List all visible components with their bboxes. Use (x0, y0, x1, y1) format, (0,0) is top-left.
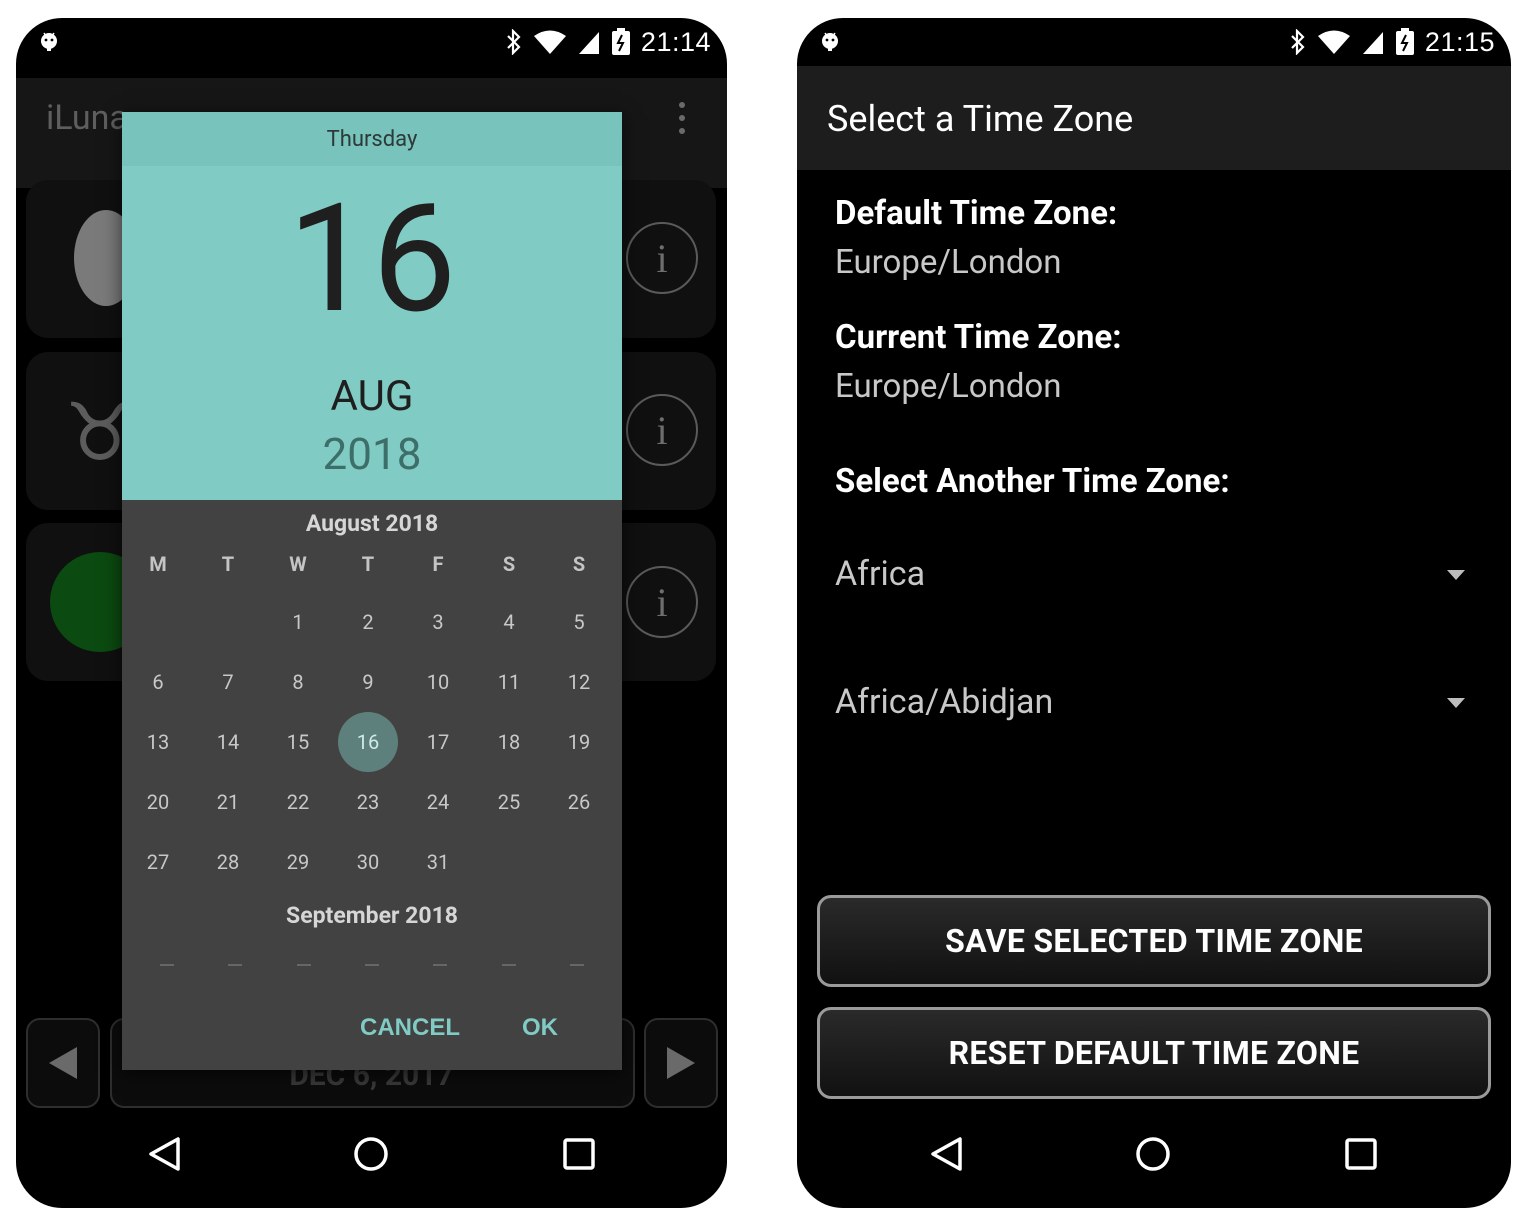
status-time: 21:15 (1424, 26, 1495, 57)
region-dropdown[interactable]: Africa (835, 548, 1465, 608)
battery-icon (1395, 28, 1414, 55)
phone-right-time-zone: 21:15 Select a Time Zone Default Time Zo… (797, 18, 1511, 1208)
next-day-button[interactable] (644, 1018, 718, 1108)
overflow-menu-icon[interactable] (674, 100, 690, 136)
page-title: Select a Time Zone (827, 98, 1134, 140)
recents-icon[interactable] (561, 1136, 597, 1172)
calendar-day[interactable]: 7 (198, 652, 258, 712)
android-icon (41, 32, 57, 51)
ok-button[interactable]: OK (522, 1014, 558, 1042)
dropdown-caret-icon (1447, 570, 1465, 580)
current-time-zone-value: Europe/London (835, 367, 1062, 406)
selected-day-number[interactable]: 16 (122, 184, 622, 334)
calendar-day[interactable]: 31 (408, 832, 468, 892)
info-button-zodiac[interactable]: i (626, 394, 698, 466)
selected-year[interactable]: 2018 (122, 428, 622, 480)
android-icon (822, 32, 838, 51)
wifi-icon (1317, 30, 1350, 54)
calendar-day[interactable]: 13 (128, 712, 188, 772)
default-time-zone-value: Europe/London (835, 243, 1062, 282)
status-time: 21:14 (640, 26, 711, 57)
calendar-day[interactable]: 17 (408, 712, 468, 772)
calendar-day[interactable]: 15 (268, 712, 328, 772)
calendar-day[interactable]: 20 (128, 772, 188, 832)
calendar-day[interactable]: 9 (338, 652, 398, 712)
back-icon[interactable] (146, 1136, 182, 1172)
info-button-moon[interactable]: i (626, 222, 698, 294)
back-icon[interactable] (928, 1136, 964, 1172)
day-of-week-header: Thursday (122, 112, 622, 166)
calendar-day[interactable]: 2 (338, 592, 398, 652)
calendar-day[interactable]: 25 (479, 772, 539, 832)
save-time-zone-button[interactable]: SAVE SELECTED TIME ZONE (817, 895, 1491, 987)
time-zone-dropdown[interactable]: Africa/Abidjan (835, 676, 1465, 736)
calendar-day[interactable]: 12 (549, 652, 609, 712)
calendar-day[interactable]: 22 (268, 772, 328, 832)
weekday-label: M (149, 552, 167, 576)
calendar-day[interactable]: 23 (338, 772, 398, 832)
weekday-label: S (502, 552, 516, 576)
weekday-label: W (289, 552, 307, 576)
calendar-day[interactable]: 28 (198, 832, 258, 892)
calendar-day[interactable]: 11 (479, 652, 539, 712)
calendar-day-selected[interactable]: 16 (338, 712, 398, 772)
home-icon[interactable] (1135, 1136, 1171, 1172)
date-picker-header: 16 AUG 2018 (122, 166, 622, 500)
arrow-right-icon (667, 1047, 695, 1079)
bluetooth-icon (1291, 29, 1305, 55)
calendar-day[interactable]: 10 (408, 652, 468, 712)
app-title: iLuna (46, 98, 128, 138)
info-icon: i (656, 407, 668, 453)
calendar-day[interactable]: 1 (268, 592, 328, 652)
select-time-zone-label: Select Another Time Zone: (835, 462, 1230, 501)
region-dropdown-value: Africa (835, 554, 926, 594)
month-title: August 2018 (305, 510, 439, 537)
weekday-label: T (221, 552, 235, 576)
calendar-day[interactable]: 26 (549, 772, 609, 832)
calendar-day[interactable]: 4 (479, 592, 539, 652)
calendar-day[interactable]: 24 (408, 772, 468, 832)
dropdown-caret-icon (1447, 698, 1465, 708)
next-month-title: September 2018 (286, 902, 458, 929)
calendar-day[interactable]: 18 (479, 712, 539, 772)
weekday-label: S (572, 552, 586, 576)
home-icon[interactable] (353, 1136, 389, 1172)
wifi-icon (533, 30, 566, 54)
time-zone-dropdown-value: Africa/Abidjan (835, 682, 1054, 722)
signal-icon (1362, 32, 1383, 54)
info-button-status[interactable]: i (626, 566, 698, 638)
status-bar: 21:14 (16, 18, 727, 66)
weekday-label: T (361, 552, 375, 576)
phone-left-date-picker: 21:14 iLuna ♉ i i i DEC 6, 2017 Thursday… (16, 18, 727, 1208)
current-time-zone-label: Current Time Zone: (835, 318, 1122, 357)
calendar-day[interactable]: 21 (198, 772, 258, 832)
default-time-zone-label: Default Time Zone: (835, 194, 1118, 233)
battery-icon (611, 28, 630, 55)
calendar-day[interactable]: 19 (549, 712, 609, 772)
status-bar: 21:15 (797, 18, 1511, 66)
info-icon: i (656, 579, 668, 625)
calendar-day[interactable]: 30 (338, 832, 398, 892)
recents-icon[interactable] (1343, 1136, 1379, 1172)
navigation-bar (16, 1108, 727, 1208)
calendar-day[interactable]: 6 (128, 652, 188, 712)
calendar-day[interactable]: 14 (198, 712, 258, 772)
next-month-weekday-fade (142, 964, 602, 972)
date-picker-dialog: Thursday 16 AUG 2018 August 2018 MTWTFSS… (122, 112, 622, 1070)
calendar-day[interactable]: 29 (268, 832, 328, 892)
selected-month[interactable]: AUG (122, 372, 622, 421)
bluetooth-icon (507, 29, 521, 55)
calendar-day[interactable]: 5 (549, 592, 609, 652)
signal-icon (578, 32, 599, 54)
calendar-day[interactable]: 27 (128, 832, 188, 892)
info-icon: i (656, 235, 668, 281)
navigation-bar (797, 1108, 1511, 1208)
calendar-day[interactable]: 8 (268, 652, 328, 712)
cancel-button[interactable]: CANCEL (360, 1014, 460, 1042)
calendar-day[interactable]: 3 (408, 592, 468, 652)
weekday-label: F (432, 552, 444, 576)
reset-time-zone-button[interactable]: RESET DEFAULT TIME ZONE (817, 1007, 1491, 1099)
